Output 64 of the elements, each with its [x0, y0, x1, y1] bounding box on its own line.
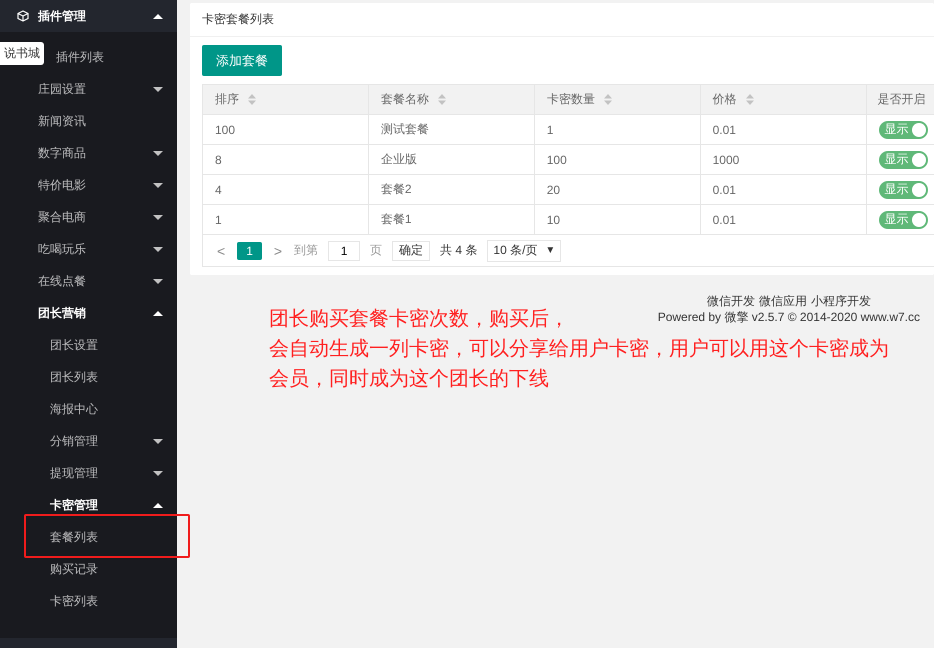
goto-label: 到第 [294, 242, 318, 259]
sidebar-item[interactable]: 团长列表 [50, 368, 163, 386]
footer-link[interactable]: 微信应用 [758, 293, 807, 309]
add-package-button[interactable]: 添加套餐 [202, 45, 282, 76]
sidebar-item[interactable]: 分销管理 [50, 432, 153, 450]
table-cell: 100 [534, 144, 700, 174]
sidebar-item[interactable]: 在线点餐 [38, 272, 153, 290]
sidebar-item[interactable]: 团长设置 [50, 336, 163, 354]
sidebar-item[interactable]: 团长营销 [38, 304, 153, 322]
previous-page-button[interactable]: < [215, 242, 228, 258]
sidebar-item[interactable]: 海报中心 [50, 400, 163, 418]
card-title: 卡密套餐列表 [202, 12, 274, 26]
sidebar-item[interactable]: 购买记录 [50, 560, 163, 578]
copyright-text: Powered by 微擎 v2.5.7 © 2014-2020 www.w7.cc [658, 309, 920, 325]
column-header[interactable]: 价格 [700, 84, 866, 114]
sidebar-item[interactable]: 套餐列表 [50, 528, 98, 546]
column-header[interactable]: 是否开启 [866, 84, 934, 114]
page-button[interactable]: 1 [237, 242, 262, 260]
sidebar-item[interactable]: 插件列表 [56, 48, 163, 66]
sort-icon [746, 94, 754, 105]
sort-icon [438, 94, 446, 105]
confirm-button[interactable]: 确定 [392, 240, 430, 260]
sort-icon [604, 94, 612, 105]
menu-header-label: 插件管理 [38, 8, 87, 24]
page-label: 页 [370, 242, 382, 259]
sidebar-item[interactable]: 卡密管理 [50, 496, 153, 514]
table-cell: 0.01 [700, 174, 866, 204]
cube-icon [17, 10, 29, 22]
sidebar-item[interactable]: 吃喝玩乐 [38, 240, 153, 258]
table-cell: 10 [534, 204, 700, 234]
sidebar-item[interactable]: 新闻资讯 [38, 112, 163, 130]
next-page-button[interactable]: > [272, 242, 284, 258]
table-cell: 4 [202, 174, 368, 204]
table-cell: 1 [534, 114, 700, 144]
annotation-text: 团长购买套餐卡密次数，购买后， [269, 307, 569, 332]
sidebar-item[interactable]: 提现管理 [50, 464, 153, 482]
sidebar-item[interactable]: 卡密列表 [50, 592, 163, 610]
column-header[interactable]: 卡密数量 [534, 84, 700, 114]
table-cell: 套餐2 [368, 174, 534, 204]
table-cell: 0.01 [700, 114, 866, 144]
column-header[interactable]: 套餐名称 [368, 84, 534, 114]
sidebar-item[interactable]: 特价电影 [38, 176, 153, 194]
menu-header[interactable]: 插件管理 [0, 0, 177, 32]
sidebar-item[interactable]: 聚合电商 [38, 208, 153, 226]
footer-link[interactable]: 小程序开发 [810, 293, 871, 309]
total-count: 共 4 条 [440, 242, 478, 259]
table-cell: 8 [202, 144, 368, 174]
table-cell: 测试套餐 [368, 114, 534, 144]
footer-link[interactable]: 微信开发 [706, 293, 755, 309]
table-cell: 企业版 [368, 144, 534, 174]
table-cell: 0.01 [700, 204, 866, 234]
table-cell: 1000 [700, 144, 866, 174]
tooltip: 说书城 [0, 42, 44, 65]
page-input-field[interactable]: 1 [328, 240, 360, 260]
table-cell: 100 [202, 114, 368, 144]
sidebar-item[interactable]: 数字商品 [38, 144, 153, 162]
table-cell: 20 [534, 174, 700, 204]
page-size-select[interactable]: 10 条/页 ▼ [487, 240, 562, 262]
column-header[interactable]: 排序 [202, 84, 368, 114]
table-cell: 1 [202, 204, 368, 234]
sort-icon [248, 94, 256, 105]
table-cell: 套餐1 [368, 204, 534, 234]
annotation-text: 会自动生成一列卡密，可以分享给用户卡密，用户可以用这个卡密成为会员，同时成为这个团长的下线 [269, 337, 890, 392]
sidebar-item[interactable]: 庄园设置 [38, 80, 153, 98]
